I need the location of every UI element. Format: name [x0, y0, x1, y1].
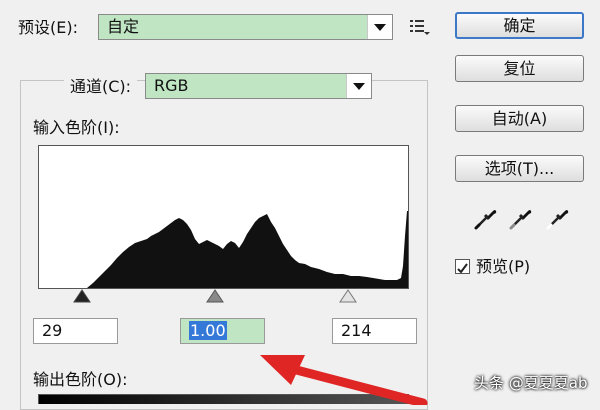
white-point-slider-icon — [339, 289, 357, 303]
histogram-graph — [39, 211, 408, 288]
white-eyedropper-icon[interactable] — [545, 205, 571, 231]
gamma-input-field[interactable]: 1.00 — [180, 318, 265, 344]
black-input-field[interactable]: 29 — [33, 318, 118, 344]
gamma-selection: 1.00 — [189, 321, 227, 340]
black-eyedropper-icon[interactable] — [473, 205, 499, 231]
checkmark-icon — [457, 263, 468, 274]
ok-button[interactable]: 确定 — [455, 12, 584, 39]
chevron-down-icon[interactable] — [346, 74, 371, 98]
preview-label: 预览(P) — [476, 257, 531, 276]
watermark: 头条 @夏夏夏ab — [474, 374, 588, 392]
auto-button[interactable]: 自动(A) — [455, 105, 584, 132]
channel-label: 通道(C): — [64, 77, 138, 97]
reset-button[interactable]: 复位 — [455, 55, 584, 82]
preset-label: 预设(E): — [18, 18, 78, 37]
gray-eyedropper-icon[interactable] — [508, 205, 534, 231]
gamma-slider-icon — [206, 289, 224, 303]
input-levels-label: 输入色阶(I): — [33, 118, 120, 137]
histogram — [38, 145, 409, 289]
preset-value: 自定 — [107, 17, 140, 36]
output-levels-label: 输出色阶(O): — [33, 370, 128, 389]
channel-dropdown[interactable]: RGB — [145, 73, 372, 99]
channel-value: RGB — [154, 76, 189, 95]
black-point-slider-icon — [73, 289, 91, 303]
preset-dropdown[interactable]: 自定 — [98, 14, 393, 40]
chevron-down-icon[interactable] — [367, 15, 392, 39]
list-menu-icon[interactable] — [409, 18, 431, 36]
red-arrow-icon — [260, 355, 428, 405]
options-button[interactable]: 选项(T)... — [455, 155, 584, 182]
slider-markers — [73, 289, 357, 303]
white-input-field[interactable]: 214 — [332, 318, 417, 344]
preview-checkbox[interactable] — [455, 259, 470, 274]
input-levels-slider[interactable] — [38, 289, 409, 305]
